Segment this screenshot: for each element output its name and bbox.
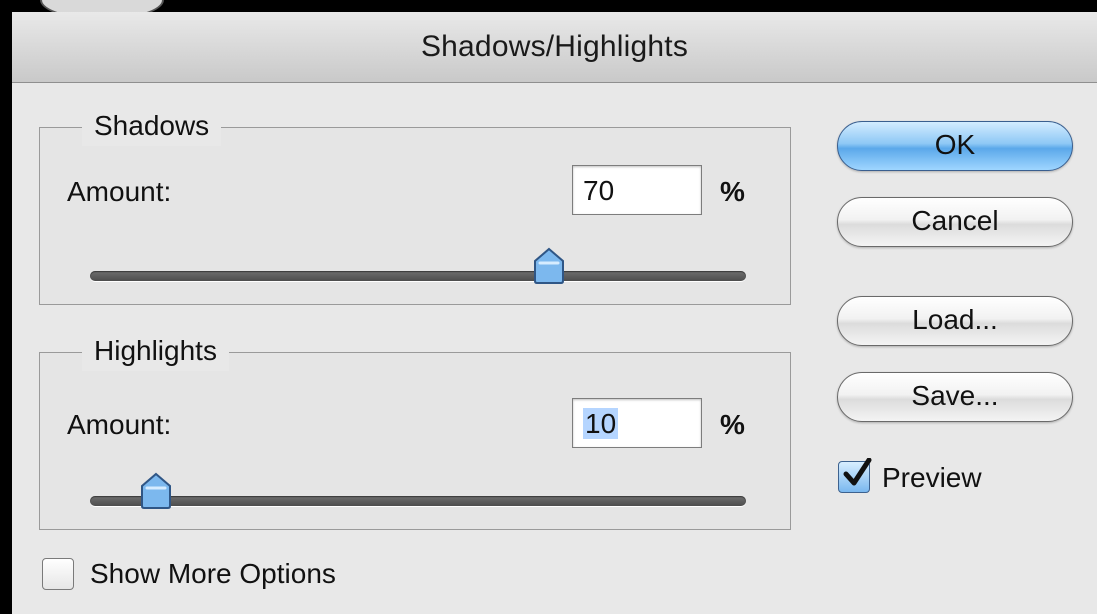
highlights-amount-input[interactable]: 10 [572, 398, 702, 448]
cancel-button[interactable]: Cancel [837, 197, 1073, 247]
shadows-amount-input[interactable]: 70 [572, 165, 702, 215]
checkmark-icon [843, 458, 872, 486]
save-button[interactable]: Save... [837, 372, 1073, 422]
title-bar[interactable]: Shadows/Highlights [12, 12, 1097, 83]
show-more-options-checkbox[interactable] [42, 558, 74, 590]
show-more-options-label[interactable]: Show More Options [90, 558, 336, 590]
ok-button[interactable]: OK [837, 121, 1073, 171]
highlights-amount-value: 10 [583, 408, 619, 439]
highlights-percent-label: % [720, 409, 745, 440]
background-window-edge [0, 0, 1097, 12]
shadows-amount-label: Amount: [67, 176, 172, 207]
highlights-legend: Highlights [82, 331, 229, 371]
highlights-amount-slider-track[interactable] [90, 496, 746, 506]
highlights-amount-slider-thumb[interactable] [139, 472, 173, 510]
shadows-percent-label: % [720, 176, 745, 207]
preview-label[interactable]: Preview [882, 462, 982, 494]
highlights-group: Highlights Amount: 10 % [39, 331, 791, 530]
preview-checkbox[interactable] [838, 458, 872, 493]
shadows-group: Shadows Amount: 70 % [39, 106, 791, 305]
shadows-amount-slider-track[interactable] [90, 271, 746, 281]
shadows-highlights-dialog: Shadows/Highlights Shadows Amount: 70 % … [12, 12, 1097, 614]
load-button[interactable]: Load... [837, 296, 1073, 346]
dialog-title: Shadows/Highlights [420, 30, 689, 63]
shadows-amount-slider-thumb[interactable] [532, 247, 566, 285]
shadows-legend: Shadows [82, 106, 222, 146]
highlights-amount-label: Amount: [67, 409, 172, 440]
shadows-amount-value: 70 [583, 175, 615, 206]
